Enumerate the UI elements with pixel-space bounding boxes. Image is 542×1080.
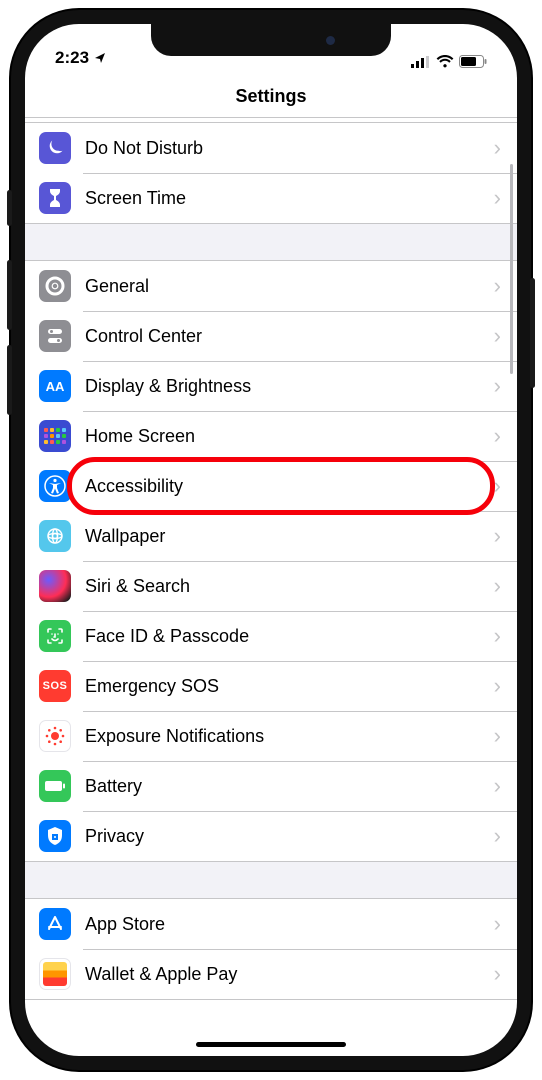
row-label: Face ID & Passcode: [85, 626, 494, 647]
row-faceid-passcode[interactable]: Face ID & Passcode ›: [25, 611, 517, 661]
sos-icon: SOS: [39, 670, 71, 702]
wallpaper-icon: [39, 520, 71, 552]
appstore-icon: [39, 908, 71, 940]
nav-bar: Settings: [25, 72, 517, 118]
chevron-right-icon: ›: [494, 135, 501, 161]
row-accessibility[interactable]: Accessibility ›: [25, 461, 517, 511]
chevron-right-icon: ›: [494, 473, 501, 499]
chevron-right-icon: ›: [494, 323, 501, 349]
settings-group: General › Control Center › AA Display & …: [25, 260, 517, 862]
page-title: Settings: [235, 86, 306, 106]
battery-icon: [459, 55, 487, 68]
chevron-right-icon: ›: [494, 273, 501, 299]
row-label: Control Center: [85, 326, 494, 347]
row-home-screen[interactable]: Home Screen ›: [25, 411, 517, 461]
row-label: App Store: [85, 914, 494, 935]
chevron-right-icon: ›: [494, 911, 501, 937]
row-label: Battery: [85, 776, 494, 797]
row-display-brightness[interactable]: AA Display & Brightness ›: [25, 361, 517, 411]
location-icon: [94, 52, 106, 64]
scrollbar[interactable]: [510, 164, 513, 374]
chevron-right-icon: ›: [494, 573, 501, 599]
row-wallet-applepay[interactable]: Wallet & Apple Pay ›: [25, 949, 517, 999]
chevron-right-icon: ›: [494, 185, 501, 211]
power-button: [530, 278, 535, 388]
chevron-right-icon: ›: [494, 373, 501, 399]
home-screen-icon: [39, 420, 71, 452]
chevron-right-icon: ›: [494, 673, 501, 699]
row-label: Siri & Search: [85, 576, 494, 597]
row-label: Emergency SOS: [85, 676, 494, 697]
row-siri-search[interactable]: Siri & Search ›: [25, 561, 517, 611]
display-icon: AA: [39, 370, 71, 402]
mute-switch: [7, 190, 12, 226]
row-general[interactable]: General ›: [25, 261, 517, 311]
screen: 2:23: [25, 24, 517, 1056]
wifi-icon: [436, 55, 454, 68]
accessibility-icon: [39, 470, 71, 502]
volume-up-button: [7, 260, 12, 330]
chevron-right-icon: ›: [494, 423, 501, 449]
privacy-icon: [39, 820, 71, 852]
row-label: General: [85, 276, 494, 297]
chevron-right-icon: ›: [494, 623, 501, 649]
row-label: Privacy: [85, 826, 494, 847]
row-exposure-notifications[interactable]: Exposure Notifications ›: [25, 711, 517, 761]
row-label: Home Screen: [85, 426, 494, 447]
row-privacy[interactable]: Privacy ›: [25, 811, 517, 861]
row-emergency-sos[interactable]: SOS Emergency SOS ›: [25, 661, 517, 711]
cellular-signal-icon: [411, 56, 431, 68]
row-wallpaper[interactable]: Wallpaper ›: [25, 511, 517, 561]
row-label: Wallpaper: [85, 526, 494, 547]
row-do-not-disturb[interactable]: Do Not Disturb ›: [25, 123, 517, 173]
chevron-right-icon: ›: [494, 823, 501, 849]
row-screen-time[interactable]: Screen Time ›: [25, 173, 517, 223]
settings-group: App Store › Wallet & Apple Pay ›: [25, 898, 517, 1000]
row-app-store[interactable]: App Store ›: [25, 899, 517, 949]
exposure-icon: [39, 720, 71, 752]
battery-icon: [39, 770, 71, 802]
chevron-right-icon: ›: [494, 773, 501, 799]
volume-down-button: [7, 345, 12, 415]
gear-icon: [39, 270, 71, 302]
row-label: Wallet & Apple Pay: [85, 964, 494, 985]
settings-group: Do Not Disturb › Screen Time ›: [25, 122, 517, 224]
chevron-right-icon: ›: [494, 523, 501, 549]
wallet-icon: [39, 958, 71, 990]
siri-icon: [39, 570, 71, 602]
chevron-right-icon: ›: [494, 723, 501, 749]
row-battery[interactable]: Battery ›: [25, 761, 517, 811]
control-center-icon: [39, 320, 71, 352]
row-control-center[interactable]: Control Center ›: [25, 311, 517, 361]
notch: [151, 24, 391, 56]
settings-list[interactable]: Do Not Disturb › Screen Time ›: [25, 118, 517, 1000]
row-label: Exposure Notifications: [85, 726, 494, 747]
home-indicator[interactable]: [196, 1042, 346, 1047]
row-label: Do Not Disturb: [85, 138, 494, 159]
hourglass-icon: [39, 182, 71, 214]
moon-icon: [39, 132, 71, 164]
row-label: Screen Time: [85, 188, 494, 209]
device-frame: 2:23: [11, 10, 531, 1070]
status-time: 2:23: [55, 48, 89, 68]
row-label: Display & Brightness: [85, 376, 494, 397]
row-label: Accessibility: [85, 476, 494, 497]
faceid-icon: [39, 620, 71, 652]
chevron-right-icon: ›: [494, 961, 501, 987]
